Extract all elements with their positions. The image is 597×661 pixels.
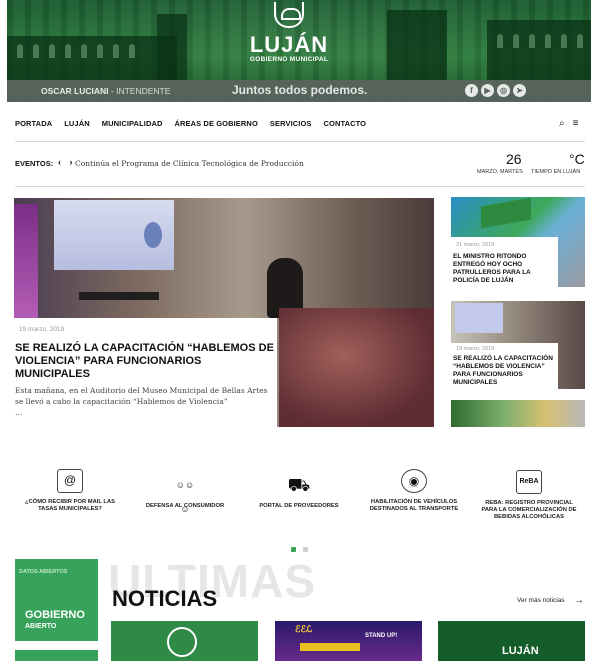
- nav-item-lujan[interactable]: LUJÁN: [64, 119, 90, 128]
- hero-photo-screen: [54, 200, 174, 270]
- thumb-banner: [300, 643, 360, 651]
- email-icon: @: [57, 469, 83, 493]
- service-portal-proveedores[interactable]: ⛟ PORTAL DE PROVEEDORES: [249, 473, 349, 510]
- side-news-item[interactable]: [451, 400, 585, 427]
- search-icon[interactable]: ⌕: [559, 118, 565, 129]
- events-arrows[interactable]: ‹ ›: [58, 157, 76, 167]
- nav-item-servicios[interactable]: SERVICIOS: [270, 119, 312, 128]
- datos-abiertos-banner[interactable]: DATOS ABIERTOS GOBIERNO ABIERTO: [15, 559, 98, 641]
- telegram-icon[interactable]: ➤: [513, 84, 526, 97]
- thumb-title: STAND UP!: [365, 633, 398, 639]
- gobierno-label: GOBIERNO: [25, 609, 85, 621]
- service-label: HABILITACIÓN DE VEHÍCULOS DESTINADOS AL …: [369, 499, 459, 512]
- side-news-item[interactable]: 19 marzo, 2019 SE REALIZÓ LA CAPACITACIÓ…: [451, 301, 585, 389]
- site-logo[interactable]: LUJÁN GOBIERNO MUNICIPAL: [239, 2, 339, 63]
- youtube-icon[interactable]: ▶: [481, 84, 494, 97]
- services-pager-dot-active[interactable]: [291, 547, 296, 552]
- facebook-icon[interactable]: f: [465, 84, 478, 97]
- weather-temp-label: TIEMPO EN LUJÁN: [531, 169, 581, 175]
- hero-photo-table: [79, 292, 159, 300]
- mayor-role: - INTENDENTE: [108, 86, 171, 96]
- weather-temp: °C: [569, 151, 585, 167]
- brand-subtitle: GOBIERNO MUNICIPAL: [249, 56, 329, 63]
- nav-item-areas-de-gobierno[interactable]: ÁREAS DE GOBIERNO: [175, 119, 258, 128]
- brand-title: LUJÁN: [249, 32, 329, 57]
- side-news-title[interactable]: EL MINISTRO RITONDO ENTREGÓ HOY OCHO PAT…: [453, 253, 556, 285]
- abierto-label: ABIERTO: [25, 623, 57, 630]
- news-thumbnail[interactable]: [111, 621, 258, 661]
- transport-icon: ◉: [401, 469, 427, 493]
- side-news-date: 19 marzo, 2019: [456, 346, 495, 352]
- side-photo-flag: [481, 197, 531, 229]
- hero-excerpt: Esta mañana, en el Auditorio del Museo M…: [15, 386, 268, 406]
- service-habilitacion-vehiculos[interactable]: ◉ HABILITACIÓN DE VEHÍCULOS DESTINADOS A…: [364, 469, 464, 513]
- weather-day-label: MARZO, MARTES: [477, 169, 523, 175]
- header-building: [157, 14, 187, 80]
- side-news-card: 21 marzo, 2019 EL MINISTRO RITONDO ENTRE…: [451, 237, 558, 287]
- datos-abiertos-label: DATOS ABIERTOS: [19, 569, 68, 575]
- menu-icon[interactable]: ≡: [573, 118, 579, 129]
- instagram-icon[interactable]: ◎: [497, 84, 510, 97]
- service-defensa-consumidor[interactable]: ☺☺☺ DEFENSA AL CONSUMIDOR: [135, 473, 235, 514]
- news-thumbnail[interactable]: ℰℰℒ STAND UP!: [275, 621, 422, 661]
- main-nav: PORTADA LUJÁN MUNICIPALIDAD ÁREAS DE GOB…: [15, 119, 378, 128]
- service-tasas-mail[interactable]: @ ¿CÓMO RECIBIR POR MAIL LAS TASAS MUNIC…: [20, 469, 120, 513]
- thumb-title: LUJÁN: [502, 645, 539, 657]
- hero-title[interactable]: SE REALIZÓ LA CAPACITACIÓN “HABLEMOS DE …: [15, 342, 277, 381]
- more-news-link[interactable]: Ver más noticias: [517, 597, 565, 604]
- services-pager-dot[interactable]: [303, 547, 308, 552]
- service-label: ¿CÓMO RECIBIR POR MAIL LAS TASAS MUNICIP…: [24, 499, 116, 512]
- hero-news[interactable]: 19 marzo, 2019 SE REALIZÓ LA CAPACITACIÓ…: [14, 198, 434, 427]
- site-header: LUJÁN GOBIERNO MUNICIPAL OSCAR LUCIANI -…: [7, 0, 591, 102]
- header-building: [487, 20, 591, 80]
- service-reba[interactable]: ReBA REBA: REGISTRO PROVINCIAL PARA LA C…: [479, 470, 579, 521]
- thumb-text: ℰℰℒ: [295, 624, 313, 634]
- crest-icon: [274, 2, 304, 28]
- side-photo-screen: [455, 303, 503, 333]
- divider: [15, 141, 585, 142]
- header-building: [387, 10, 447, 80]
- social-links: f ▶ ◎ ➤: [465, 84, 526, 97]
- nav-item-portada[interactable]: PORTADA: [15, 119, 52, 128]
- service-label: REBA: REGISTRO PROVINCIAL PARA LA COMERC…: [481, 500, 577, 520]
- crest-icon: [167, 627, 197, 657]
- news-thumbnail[interactable]: LUJÁN: [438, 621, 585, 661]
- hero-more: …: [15, 408, 23, 417]
- header-building: [7, 36, 177, 80]
- side-news-card: 19 marzo, 2019 SE REALIZÓ LA CAPACITACIÓ…: [451, 343, 558, 389]
- side-news-date: 21 marzo, 2019: [456, 242, 495, 248]
- divider: [15, 186, 585, 187]
- events-label: EVENTOS:: [15, 159, 54, 168]
- reba-icon: ReBA: [516, 470, 542, 494]
- header-info-bar: OSCAR LUCIANI - INTENDENTE Juntos todos …: [7, 80, 591, 102]
- service-label: PORTAL DE PROVEEDORES: [259, 503, 339, 509]
- hero-photo-audience: [279, 308, 434, 427]
- people-icon: ☺☺☺: [175, 480, 195, 514]
- hero-card: 19 marzo, 2019 SE REALIZÓ LA CAPACITACIÓ…: [14, 318, 277, 427]
- mayor-line: OSCAR LUCIANI - INTENDENTE: [41, 86, 170, 96]
- side-news-item[interactable]: 21 marzo, 2019 EL MINISTRO RITONDO ENTRE…: [451, 197, 585, 287]
- weather-day: 26: [506, 151, 522, 167]
- arrow-right-icon[interactable]: →: [574, 595, 584, 606]
- hero-date: 19 marzo, 2019: [19, 326, 65, 333]
- hero-photo-banner: [14, 204, 38, 324]
- nav-item-municipalidad[interactable]: MUNICIPALIDAD: [102, 119, 163, 128]
- mayor-name: OSCAR LUCIANI: [41, 86, 109, 96]
- secondary-banner[interactable]: [15, 650, 98, 661]
- events-ticker-text[interactable]: Continúa el Programa de Clínica Tecnológ…: [75, 159, 304, 168]
- side-news-title[interactable]: SE REALIZÓ LA CAPACITACIÓN “HABLEMOS DE …: [453, 355, 556, 387]
- nav-item-contacto[interactable]: CONTACTO: [324, 119, 367, 128]
- slogan: Juntos todos podemos.: [232, 83, 368, 97]
- hand-truck-icon: ⛟: [287, 475, 311, 495]
- nav-actions: ⌕ ≡: [559, 118, 578, 129]
- news-section-title: NOTICIAS: [112, 586, 218, 611]
